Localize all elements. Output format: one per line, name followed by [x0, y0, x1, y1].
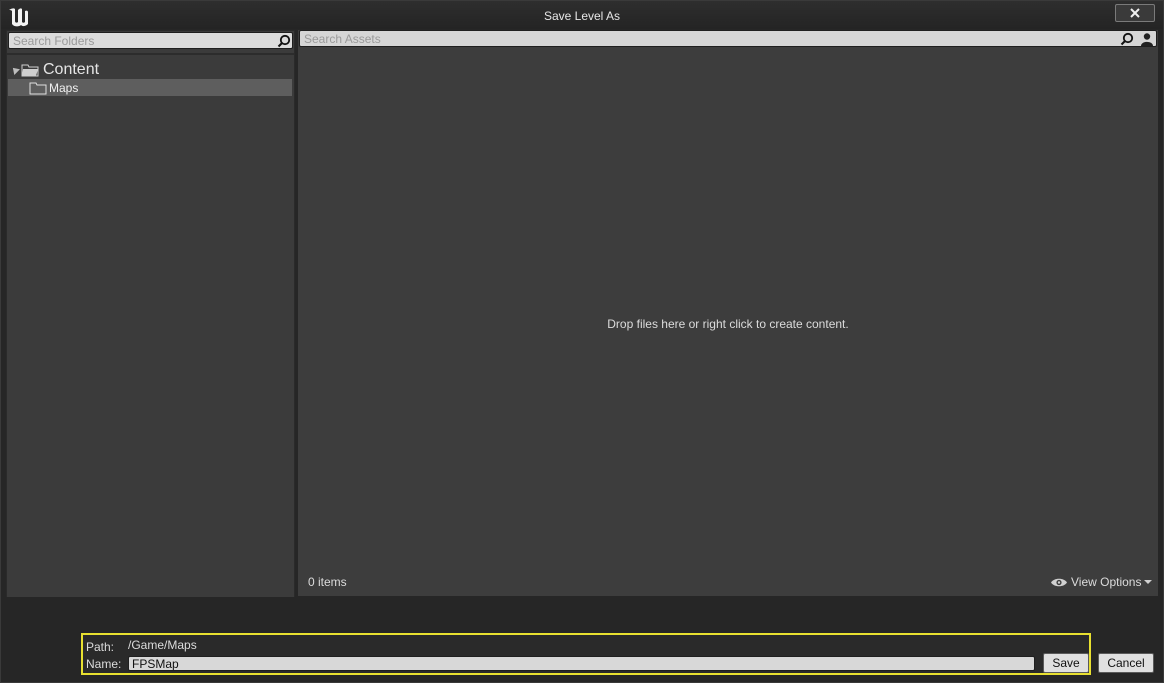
asset-search-input[interactable]: [304, 31, 1104, 46]
close-button[interactable]: [1115, 4, 1155, 22]
window-title: Save Level As: [543, 9, 621, 23]
save-button[interactable]: Save: [1043, 653, 1089, 673]
panel-divider: [7, 53, 294, 55]
save-form-area: Path: /Game/Maps Name: Save Cancel: [1, 597, 1163, 682]
chevron-down-icon: [1144, 580, 1153, 584]
expanded-triangle-icon[interactable]: [10, 64, 20, 75]
tree-item-label: Content: [43, 60, 100, 78]
path-label: Path:: [86, 640, 115, 654]
folder-icon: [29, 82, 47, 94]
search-icon[interactable]: [277, 34, 291, 48]
folder-search-input[interactable]: [13, 33, 273, 48]
view-options-label: View Options: [1071, 575, 1142, 589]
title-bar[interactable]: Save Level As: [1, 1, 1163, 29]
tree-item-label: Maps: [49, 80, 79, 95]
folder-open-icon: [21, 64, 39, 76]
close-icon: [1130, 8, 1140, 18]
user-icon[interactable]: [1140, 32, 1154, 46]
save-level-dialog: Save Level As Content: [0, 0, 1164, 683]
tree-item-content[interactable]: Content: [8, 60, 292, 79]
item-count: 0 items: [308, 575, 347, 589]
empty-state-message: Drop files here or right click to create…: [607, 317, 849, 331]
search-icon[interactable]: [1120, 32, 1134, 46]
cancel-button[interactable]: Cancel: [1098, 653, 1154, 673]
eye-icon: [1051, 578, 1067, 586]
name-input[interactable]: [128, 656, 1035, 671]
folder-search-box[interactable]: [8, 32, 293, 49]
asset-panel[interactable]: Drop files here or right click to create…: [298, 30, 1158, 596]
view-options-button[interactable]: View Options: [1050, 575, 1153, 589]
tree-item-maps[interactable]: Maps: [8, 79, 292, 96]
path-value: /Game/Maps: [128, 638, 197, 652]
path-name-box: Path: /Game/Maps Name:: [81, 633, 1091, 675]
folder-panel: Content Maps: [6, 30, 295, 598]
asset-search-box[interactable]: [299, 30, 1157, 47]
name-label: Name:: [86, 657, 122, 671]
